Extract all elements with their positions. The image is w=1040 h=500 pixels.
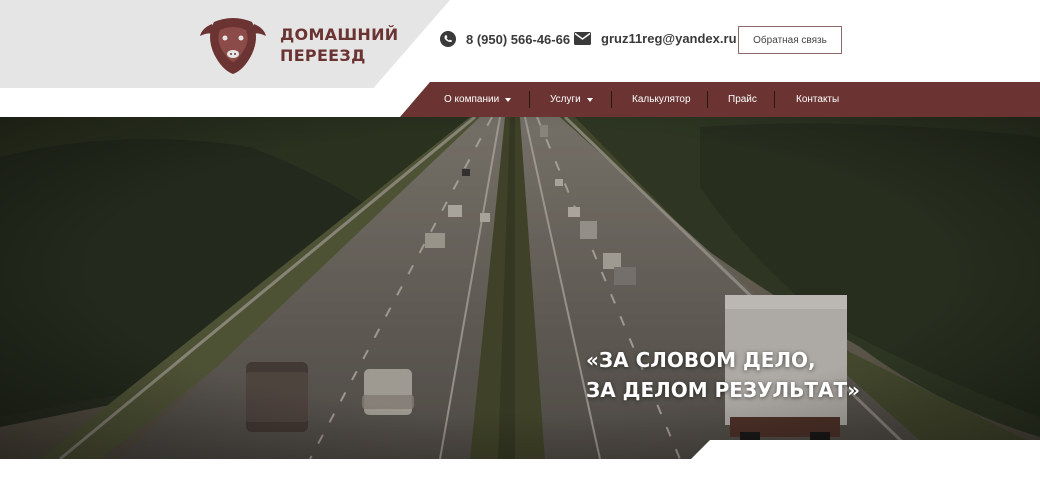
nav-item-label: Услуги [550,94,581,105]
nav-item-services[interactable]: Услуги [550,82,593,117]
nav-item-contacts[interactable]: Контакты [796,82,839,117]
nav-divider [529,91,530,108]
hero-slogan-line1: «ЗА СЛОВОМ ДЕЛО, [586,348,816,372]
chevron-down-icon [586,97,593,102]
nav-item-calculator[interactable]: Калькулятор [632,82,691,117]
nav-item-prices[interactable]: Прайс [728,82,757,117]
brand-name[interactable]: ДОМАШНИЙ ПЕРЕЕЗД [280,24,399,66]
nav-item-about[interactable]: О компании [444,82,512,117]
nav-divider [611,91,612,108]
brand-name-line1: ДОМАШНИЙ [280,25,399,44]
email-address: gruz11reg@yandex.ru [601,31,737,46]
hero-slogan: «ЗА СЛОВОМ ДЕЛО, ЗА ДЕЛОМ РЕЗУЛЬТАТ» [586,345,860,405]
bull-head-icon[interactable] [200,14,266,74]
feedback-button[interactable]: Обратная связь [738,26,842,54]
nav-divider [774,91,775,108]
phone-contact[interactable]: 8 (950) 566-46-66 [440,31,570,47]
hero-bottom-edge [690,440,1040,460]
phone-number: 8 (950) 566-46-66 [466,31,571,47]
brand-name-line2: ПЕРЕЕЗД [280,46,366,65]
nav-item-label: О компании [444,94,500,105]
email-contact[interactable]: gruz11reg@yandex.ru [574,31,737,46]
envelope-icon [574,32,591,45]
nav-divider [707,91,708,108]
nav-item-label: Контакты [796,94,840,105]
hero-banner [0,117,1040,459]
highway-image [0,117,1040,459]
phone-icon [440,31,456,47]
nav-item-label: Калькулятор [632,94,691,105]
nav-item-label: Прайс [728,94,757,105]
chevron-down-icon [505,97,512,102]
hero-slogan-line2: ЗА ДЕЛОМ РЕЗУЛЬТАТ» [586,378,861,402]
